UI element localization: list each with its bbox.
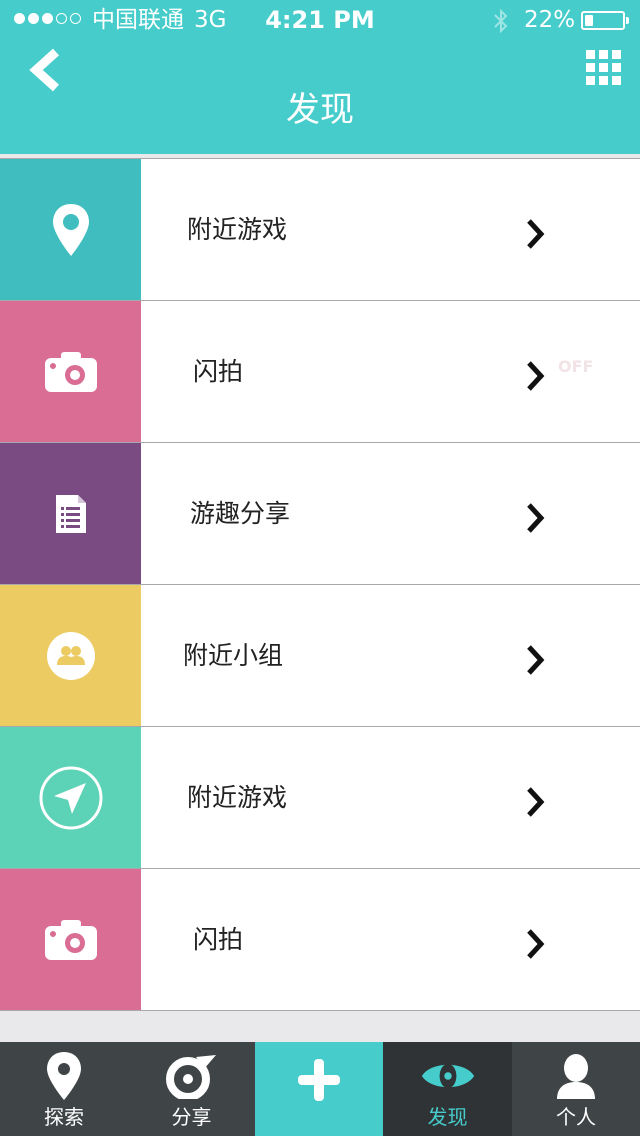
list-item-label: 游趣分享 [190, 499, 291, 528]
row-icon-box [0, 443, 141, 584]
user-icon [557, 1054, 595, 1099]
camera-icon [44, 919, 97, 960]
chevron-right-icon [527, 787, 545, 817]
list-item-fun-share[interactable]: 游趣分享 [0, 442, 640, 584]
battery-level [585, 15, 593, 26]
list-item-label: 附近小组 [183, 641, 284, 670]
tab-label: 探索 [44, 1105, 84, 1129]
off-toggle-label: OFF [558, 357, 594, 376]
list-item-label: 闪拍 [193, 925, 244, 954]
row-icon-box [0, 159, 141, 300]
chevron-right-icon [527, 645, 545, 675]
eye-icon [421, 1063, 474, 1089]
grid-menu-icon[interactable] [586, 50, 622, 86]
list-item-flash-shot[interactable]: 闪拍 OFF [0, 300, 640, 442]
tab-profile[interactable]: 个人 [512, 1042, 640, 1136]
tab-icon [420, 1050, 476, 1102]
list-item-label: 附近游戏 [187, 215, 288, 244]
list-item-label: 闪拍 [193, 357, 244, 386]
list-item-nearby-groups[interactable]: 附近小组 [0, 584, 640, 726]
row-icon-box [0, 727, 141, 868]
tab-discover[interactable]: 发现 [383, 1042, 512, 1136]
map-pin-icon [47, 1052, 81, 1100]
list-item-nearby-games[interactable]: 附近游戏 [0, 158, 640, 300]
chevron-right-icon [527, 361, 545, 391]
chevron-right-icon [527, 219, 545, 249]
navigation-icon [39, 766, 102, 829]
tab-icon [164, 1050, 220, 1102]
tab-add[interactable] [255, 1042, 383, 1136]
row-icon-box [0, 301, 141, 442]
list-item-label: 附近游戏 [187, 783, 288, 812]
tab-label: 个人 [556, 1105, 596, 1129]
tab-icon [548, 1050, 604, 1102]
app-screen: 中国联通 3G 4:21 PM 22% 发现 附近游戏 闪拍 OFF 游趣分享 … [0, 0, 640, 1136]
document-icon [55, 494, 86, 533]
status-bar: 中国联通 3G 4:21 PM 22% [0, 0, 640, 40]
tab-explore[interactable]: 探索 [0, 1042, 128, 1136]
camera-icon [44, 351, 97, 392]
tab-bar: 探索 分享 发现 个人 [0, 1042, 640, 1136]
tab-label: 分享 [171, 1105, 212, 1129]
row-icon-box [0, 585, 141, 726]
plus-icon [298, 1059, 340, 1101]
chevron-right-icon [527, 929, 545, 959]
header: 中国联通 3G 4:21 PM 22% 发现 [0, 0, 640, 154]
row-icon-box [0, 869, 141, 1010]
tab-icon [291, 1059, 347, 1101]
tab-icon [36, 1050, 92, 1102]
page-title: 发现 [286, 90, 354, 130]
list-item-nearby-games-2[interactable]: 附近游戏 [0, 726, 640, 868]
group-icon [46, 631, 95, 680]
bluetooth-icon [494, 8, 508, 34]
list-item-flash-shot-2[interactable]: 闪拍 [0, 868, 640, 1011]
battery-percent: 22% [524, 7, 576, 33]
tab-label: 发现 [427, 1105, 468, 1129]
battery-icon [581, 11, 629, 30]
chevron-right-icon [527, 503, 545, 533]
discover-list: 附近游戏 闪拍 OFF 游趣分享 附近小组 附近游戏 闪拍 [0, 158, 640, 1011]
share-icon [165, 1055, 216, 1099]
map-pin-icon [52, 203, 89, 256]
tab-share[interactable]: 分享 [128, 1042, 255, 1136]
